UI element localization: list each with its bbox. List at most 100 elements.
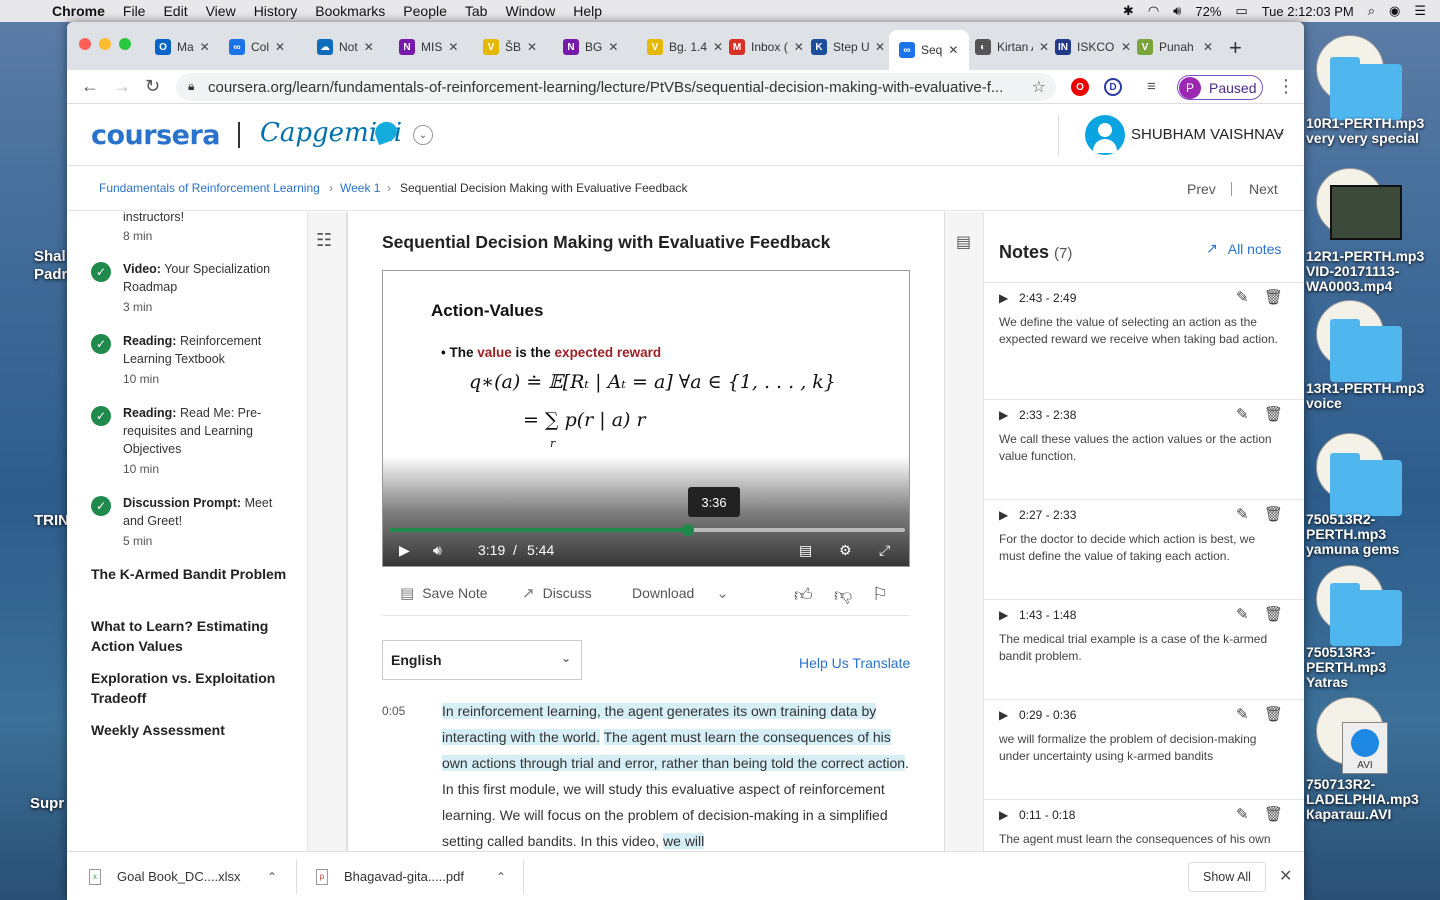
desktop-file-label[interactable]: 12R1-PERTH.mp3 VID-20171113- WA0003.mp4	[1306, 249, 1424, 294]
sidebar-item-rl-textbook[interactable]: ✓ Reading: Reinforcement Learning Textbo…	[91, 334, 301, 394]
reload-icon[interactable]: ↻	[145, 76, 160, 97]
browser-tab[interactable]: V Bg. 1.4 ✕	[647, 36, 723, 58]
browser-tab[interactable]: ∞ Seq ✕	[889, 30, 969, 70]
desktop-label-left[interactable]: Shal	[34, 248, 66, 265]
partner-dropdown-icon[interactable]: ⌄	[413, 125, 433, 145]
delete-note-icon[interactable]: 🗑︎	[1264, 288, 1283, 306]
desktop-file-label[interactable]: 13R1-PERTH.mp3 voice	[1306, 381, 1424, 411]
desktop-label-left[interactable]: Supr	[30, 795, 64, 812]
discuss-button[interactable]: ↗ Discuss	[522, 584, 592, 602]
browser-tab[interactable]: ☁ Not ✕	[317, 36, 393, 58]
coursera-logo[interactable]: coursera	[91, 120, 221, 151]
browser-tab[interactable]: IN ISKCON ✕	[1055, 36, 1131, 58]
menu-view[interactable]: View	[206, 3, 236, 19]
browser-tab[interactable]: O Ma ✕	[155, 36, 225, 58]
folder-icon[interactable]	[1330, 57, 1402, 120]
lock-icon[interactable]: 🔒︎	[188, 79, 194, 94]
edit-note-icon[interactable]: ✎	[1236, 288, 1249, 306]
menu-app-name[interactable]: Chrome	[52, 3, 105, 19]
sidebar-item-specialization-roadmap[interactable]: ✓ Video: Your Specialization Roadmap 3 m…	[91, 262, 301, 322]
prev-button[interactable]: Prev	[1187, 181, 1216, 197]
user-menu-chevron-icon[interactable]: ⌄	[1275, 124, 1286, 140]
menu-history[interactable]: History	[254, 3, 298, 19]
folder-icon[interactable]	[1330, 453, 1402, 516]
play-icon[interactable]: ▶	[399, 542, 410, 559]
menu-file[interactable]: File	[123, 3, 146, 19]
download-item[interactable]: x Goal Book_DC....xlsx ⌃	[89, 852, 289, 900]
note-time[interactable]: 2:33 - 2:38	[1019, 408, 1076, 422]
desktop-label-left[interactable]: Padr	[34, 266, 67, 283]
close-tab-icon[interactable]: ✕	[275, 40, 285, 54]
play-note-icon[interactable]: ▶	[999, 408, 1008, 422]
note-time[interactable]: 1:43 - 1:48	[1019, 608, 1076, 622]
delete-note-icon[interactable]: 🗑︎	[1264, 705, 1283, 723]
close-tab-icon[interactable]: ✕	[875, 40, 885, 54]
play-note-icon[interactable]: ▶	[999, 291, 1008, 305]
delete-note-icon[interactable]: 🗑︎	[1264, 505, 1283, 523]
menu-edit[interactable]: Edit	[163, 3, 187, 19]
breadcrumb-week[interactable]: Week 1	[340, 181, 380, 195]
notes-panel-icon[interactable]: ▤	[956, 232, 971, 252]
bookmark-star-icon[interactable]: ☆	[1032, 77, 1046, 97]
forward-icon[interactable]: →	[113, 76, 131, 97]
browser-tab[interactable]: V ŠB ✕	[483, 36, 557, 58]
browser-tab[interactable]: K Step Up ✕	[811, 36, 885, 58]
close-tab-icon[interactable]: ✕	[608, 40, 618, 54]
browser-tab[interactable]: N BG ✕	[563, 36, 641, 58]
edit-note-icon[interactable]: ✎	[1236, 405, 1249, 423]
volume-icon[interactable]: 🔊︎	[433, 542, 442, 559]
volume-icon[interactable]: 🔊︎	[1173, 3, 1181, 19]
language-select[interactable]: English ⌄	[382, 640, 582, 680]
minimize-window-button[interactable]	[99, 38, 111, 50]
browser-tab[interactable]: V Punah p ✕	[1137, 36, 1213, 58]
desktop-file-label[interactable]: 750513R3- PERTH.mp3 Yatras	[1306, 645, 1386, 690]
desktop-label-left[interactable]: TRIN	[34, 512, 69, 529]
browser-tab[interactable]: M Inbox (✕	[729, 36, 805, 58]
note-time[interactable]: 0:11 - 0:18	[1019, 808, 1075, 822]
video-thumbnail[interactable]	[1330, 185, 1402, 240]
menu-bookmarks[interactable]: Bookmarks	[315, 3, 385, 19]
menu-help[interactable]: Help	[573, 3, 602, 19]
fullscreen-icon[interactable]: ⤢	[879, 542, 890, 559]
browser-tab[interactable]: ◐ Kirtan A ✕	[975, 36, 1049, 58]
sidebar-lesson-weekly-assessment[interactable]: Weekly Assessment	[91, 720, 301, 740]
note-time[interactable]: 2:27 - 2:33	[1019, 508, 1076, 522]
zoom-window-button[interactable]	[119, 38, 131, 50]
show-all-downloads-button[interactable]: Show All	[1188, 862, 1266, 892]
address-bar[interactable]: 🔒︎ coursera.org/learn/fundamentals-of-re…	[176, 73, 1056, 101]
user-avatar[interactable]	[1085, 115, 1125, 155]
media-control-icon[interactable]: ≡	[1147, 78, 1156, 95]
settings-gear-icon[interactable]: ⚙	[839, 542, 852, 559]
close-tab-icon[interactable]: ✕	[1121, 40, 1131, 54]
edit-note-icon[interactable]: ✎	[1236, 805, 1249, 823]
transcript-timestamp[interactable]: 0:05	[382, 704, 405, 718]
close-tab-icon[interactable]: ✕	[527, 40, 537, 54]
dislike-icon[interactable]: 👎︎	[834, 584, 852, 606]
play-note-icon[interactable]: ▶	[999, 608, 1008, 622]
close-tab-icon[interactable]: ✕	[713, 40, 723, 54]
back-icon[interactable]: ←	[81, 76, 99, 97]
desktop-file-label[interactable]: 750713R2- LADELPHIA.mp3 Караташ.AVI	[1306, 777, 1419, 822]
desktop-file-label[interactable]: 10R1-PERTH.mp3 very very special	[1306, 116, 1424, 146]
sidebar-item-read-me[interactable]: ✓ Reading: Read Me: Pre-requisites and L…	[91, 406, 301, 486]
clock[interactable]: Tue 2:12:03 PM	[1262, 4, 1354, 19]
menu-tab[interactable]: Tab	[465, 3, 488, 19]
close-tab-icon[interactable]: ✕	[948, 43, 958, 57]
breadcrumb-course[interactable]: Fundamentals of Reinforcement Learning	[99, 181, 320, 195]
chevron-up-icon[interactable]: ⌃	[496, 870, 506, 884]
wifi-icon[interactable]: ◠	[1148, 3, 1159, 19]
bluetooth-icon[interactable]: ✱	[1123, 3, 1134, 19]
close-window-button[interactable]	[79, 38, 91, 50]
video-player[interactable]: Action-Values • The value is the expecte…	[382, 270, 910, 567]
play-note-icon[interactable]: ▶	[999, 508, 1008, 522]
list-toggle-icon[interactable]: ☷	[316, 230, 332, 251]
sidebar-item-partial[interactable]: instructors!	[123, 212, 293, 226]
help-translate-link[interactable]: Help Us Translate	[799, 655, 910, 671]
edit-note-icon[interactable]: ✎	[1236, 505, 1249, 523]
note-time[interactable]: 2:43 - 2:49	[1019, 291, 1076, 305]
close-tab-icon[interactable]: ✕	[200, 40, 210, 54]
edit-note-icon[interactable]: ✎	[1236, 705, 1249, 723]
like-icon[interactable]: 👍︎	[794, 584, 813, 606]
extension-d-icon[interactable]: D	[1104, 78, 1122, 96]
download-item[interactable]: p Bhagavad-gita.....pdf ⌃	[316, 852, 516, 900]
